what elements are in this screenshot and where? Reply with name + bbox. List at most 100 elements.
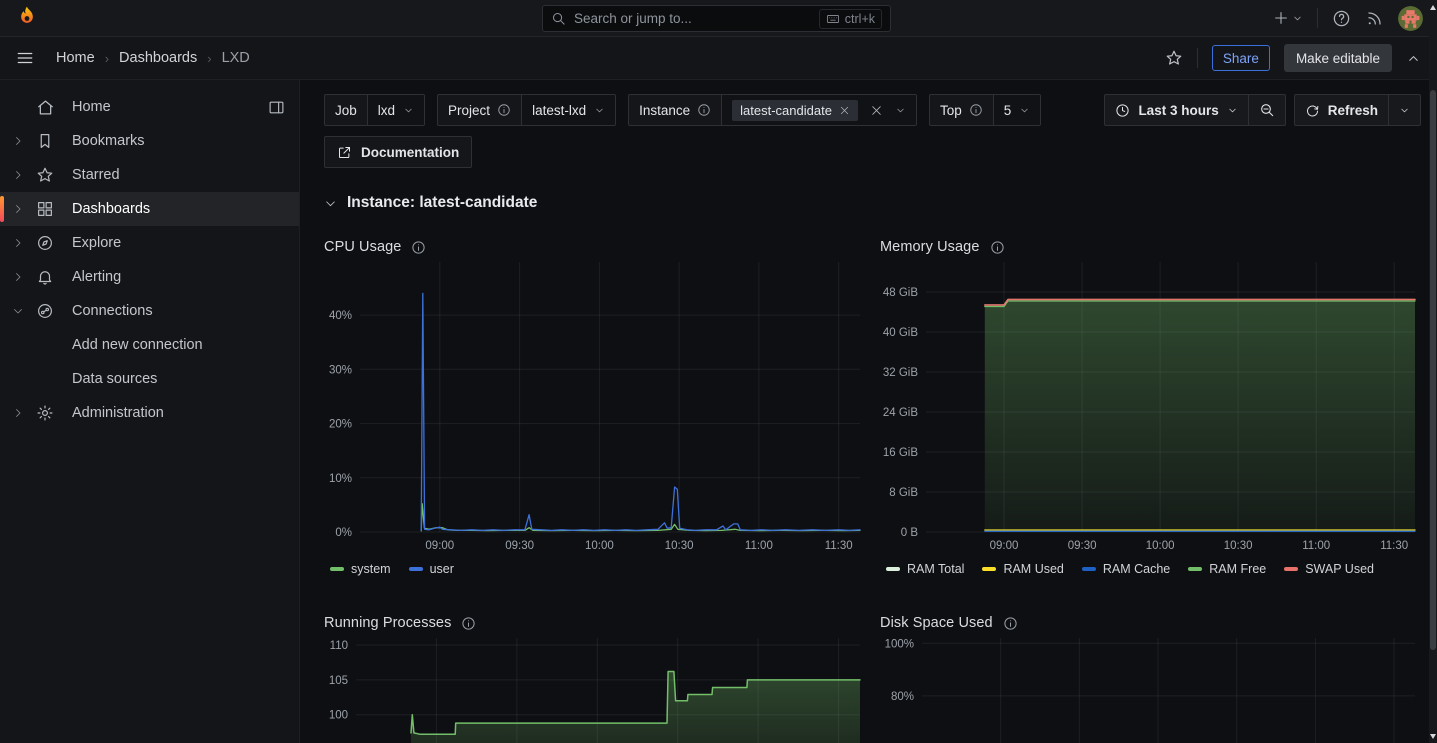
chevron-down-icon[interactable] — [12, 305, 36, 317]
user-avatar[interactable] — [1398, 6, 1423, 31]
chevron-right-icon[interactable] — [12, 135, 36, 147]
refresh-interval-dropdown[interactable] — [1388, 95, 1420, 125]
project-select[interactable]: latest-lxd — [522, 95, 615, 125]
instance-tag[interactable]: latest-candidate — [732, 100, 858, 121]
time-range-button[interactable]: Last 3 hours — [1105, 95, 1247, 125]
legend-label: RAM Total — [907, 562, 964, 576]
row-title: Instance: latest-candidate — [347, 194, 537, 212]
info-icon[interactable] — [697, 103, 711, 117]
panel-title: Disk Space Used — [880, 615, 993, 631]
disk-space-used-chart[interactable]: 60%80%100%09:0009:3010:0010:3011:0011:30 — [880, 638, 1421, 743]
chevron-right-icon[interactable] — [12, 237, 36, 249]
cpu-usage-chart[interactable]: 0%10%20%30%40%09:0009:3010:0010:3011:001… — [324, 262, 866, 556]
window-scrollbar[interactable] — [1429, 0, 1437, 743]
panel-info-icon[interactable] — [461, 616, 476, 631]
legend-label: SWAP Used — [1305, 562, 1374, 576]
svg-text:40 GiB: 40 GiB — [883, 327, 918, 339]
documentation-button[interactable]: Documentation — [324, 136, 472, 168]
sidebar-item-administration[interactable]: Administration — [0, 396, 299, 430]
sidebar-item-alerting[interactable]: Alerting — [0, 260, 299, 294]
chevron-right-icon[interactable] — [12, 203, 36, 215]
clear-selection-icon[interactable] — [870, 104, 883, 117]
remove-tag-icon[interactable] — [839, 105, 850, 116]
svg-text:24 GiB: 24 GiB — [883, 407, 918, 419]
clock-icon — [1115, 103, 1130, 118]
panel-info-icon[interactable] — [990, 240, 1005, 255]
scroll-down-arrow[interactable] — [1430, 734, 1436, 739]
svg-text:09:30: 09:30 — [505, 540, 534, 552]
svg-text:8 GiB: 8 GiB — [889, 487, 918, 499]
make-editable-button[interactable]: Make editable — [1284, 44, 1392, 72]
panel-info-icon[interactable] — [1003, 616, 1018, 631]
sidebar-item-connections[interactable]: Connections — [0, 294, 299, 328]
sidebar-item-home[interactable]: Home — [0, 90, 299, 124]
sidebar-item-add-new-connection[interactable]: Add new connection — [0, 328, 299, 362]
collapse-toolbar-button[interactable] — [1406, 51, 1421, 66]
bookmark-icon — [36, 132, 72, 150]
sidebar-item-bookmarks[interactable]: Bookmarks — [0, 124, 299, 158]
instance-multiselect[interactable]: latest-candidate — [722, 95, 916, 125]
breadcrumb-dashboards[interactable]: Dashboards — [119, 50, 197, 66]
job-select[interactable]: lxd — [368, 95, 424, 125]
svg-text:10:30: 10:30 — [1224, 540, 1253, 552]
panel-info-icon[interactable] — [411, 240, 426, 255]
legend-item-ram-cache[interactable]: RAM Cache — [1082, 562, 1170, 576]
help-button[interactable] — [1332, 9, 1351, 28]
svg-text:0 B: 0 B — [901, 527, 919, 539]
scrollbar-thumb[interactable] — [1430, 90, 1436, 650]
star-icon — [36, 166, 72, 184]
panel-header[interactable]: Memory Usage — [880, 234, 1421, 260]
dock-menu-icon[interactable] — [268, 99, 285, 116]
chevron-right-icon[interactable] — [12, 407, 36, 419]
refresh-button[interactable]: Refresh — [1295, 95, 1388, 125]
compass-icon — [36, 234, 72, 252]
legend-item-ram-free[interactable]: RAM Free — [1188, 562, 1266, 576]
mega-menu: Home Bookmarks Starred — [0, 80, 300, 743]
chevron-up-icon — [1406, 51, 1421, 66]
sidebar-item-explore[interactable]: Explore — [0, 226, 299, 260]
search-input[interactable] — [574, 11, 819, 26]
chevron-right-icon[interactable] — [12, 271, 36, 283]
chevron-right-icon[interactable] — [12, 169, 36, 181]
help-icon — [1332, 9, 1351, 28]
info-icon[interactable] — [969, 103, 983, 117]
svg-text:80%: 80% — [891, 691, 914, 703]
share-button[interactable]: Share — [1212, 45, 1270, 71]
running-processes-chart[interactable]: 10010511009:0009:3010:0010:3011:0011:30 — [324, 638, 866, 743]
chevron-down-icon — [895, 105, 906, 116]
svg-text:30%: 30% — [329, 364, 352, 376]
panel-header[interactable]: Disk Space Used — [880, 610, 1421, 636]
dashboard-row-toggle[interactable]: Instance: latest-candidate — [324, 194, 1421, 212]
top-select[interactable]: 5 — [994, 95, 1041, 125]
legend-item-ram-used[interactable]: RAM Used — [982, 562, 1063, 576]
favorite-dashboard-button[interactable] — [1165, 49, 1183, 67]
mega-menu-toggle[interactable] — [16, 49, 34, 67]
sidebar-item-starred[interactable]: Starred — [0, 158, 299, 192]
info-icon[interactable] — [497, 103, 511, 117]
zoom-out-icon — [1259, 102, 1275, 118]
svg-text:16 GiB: 16 GiB — [883, 447, 918, 459]
legend-item-swap-used[interactable]: SWAP Used — [1284, 562, 1374, 576]
legend-label: system — [351, 562, 391, 576]
add-new-button[interactable] — [1273, 10, 1303, 26]
sidebar-item-dashboards[interactable]: Dashboards — [0, 192, 299, 226]
memory-usage-chart[interactable]: 0 B8 GiB16 GiB24 GiB32 GiB40 GiB48 GiB09… — [880, 262, 1421, 556]
panel-header[interactable]: CPU Usage — [324, 234, 866, 260]
global-search[interactable]: ctrl+k — [542, 5, 891, 32]
legend-item-user[interactable]: user — [409, 562, 454, 576]
panel-header[interactable]: Running Processes — [324, 610, 866, 636]
top-nav-bar: ctrl+k — [0, 0, 1437, 37]
legend-item-ram-total[interactable]: RAM Total — [886, 562, 964, 576]
filter-project: Project latest-lxd — [437, 94, 616, 126]
zoom-out-time-button[interactable] — [1248, 95, 1285, 125]
chevron-down-icon — [403, 105, 414, 116]
grafana-logo[interactable] — [14, 5, 40, 31]
breadcrumb-home[interactable]: Home — [56, 50, 95, 66]
svg-text:20%: 20% — [329, 419, 352, 431]
legend-swatch — [1188, 567, 1202, 571]
news-button[interactable] — [1365, 9, 1384, 28]
sidebar-item-data-sources[interactable]: Data sources — [0, 362, 299, 396]
filter-instance: Instance latest-candidate — [628, 94, 917, 126]
legend-item-system[interactable]: system — [330, 562, 391, 576]
scroll-up-arrow[interactable] — [1430, 5, 1436, 10]
